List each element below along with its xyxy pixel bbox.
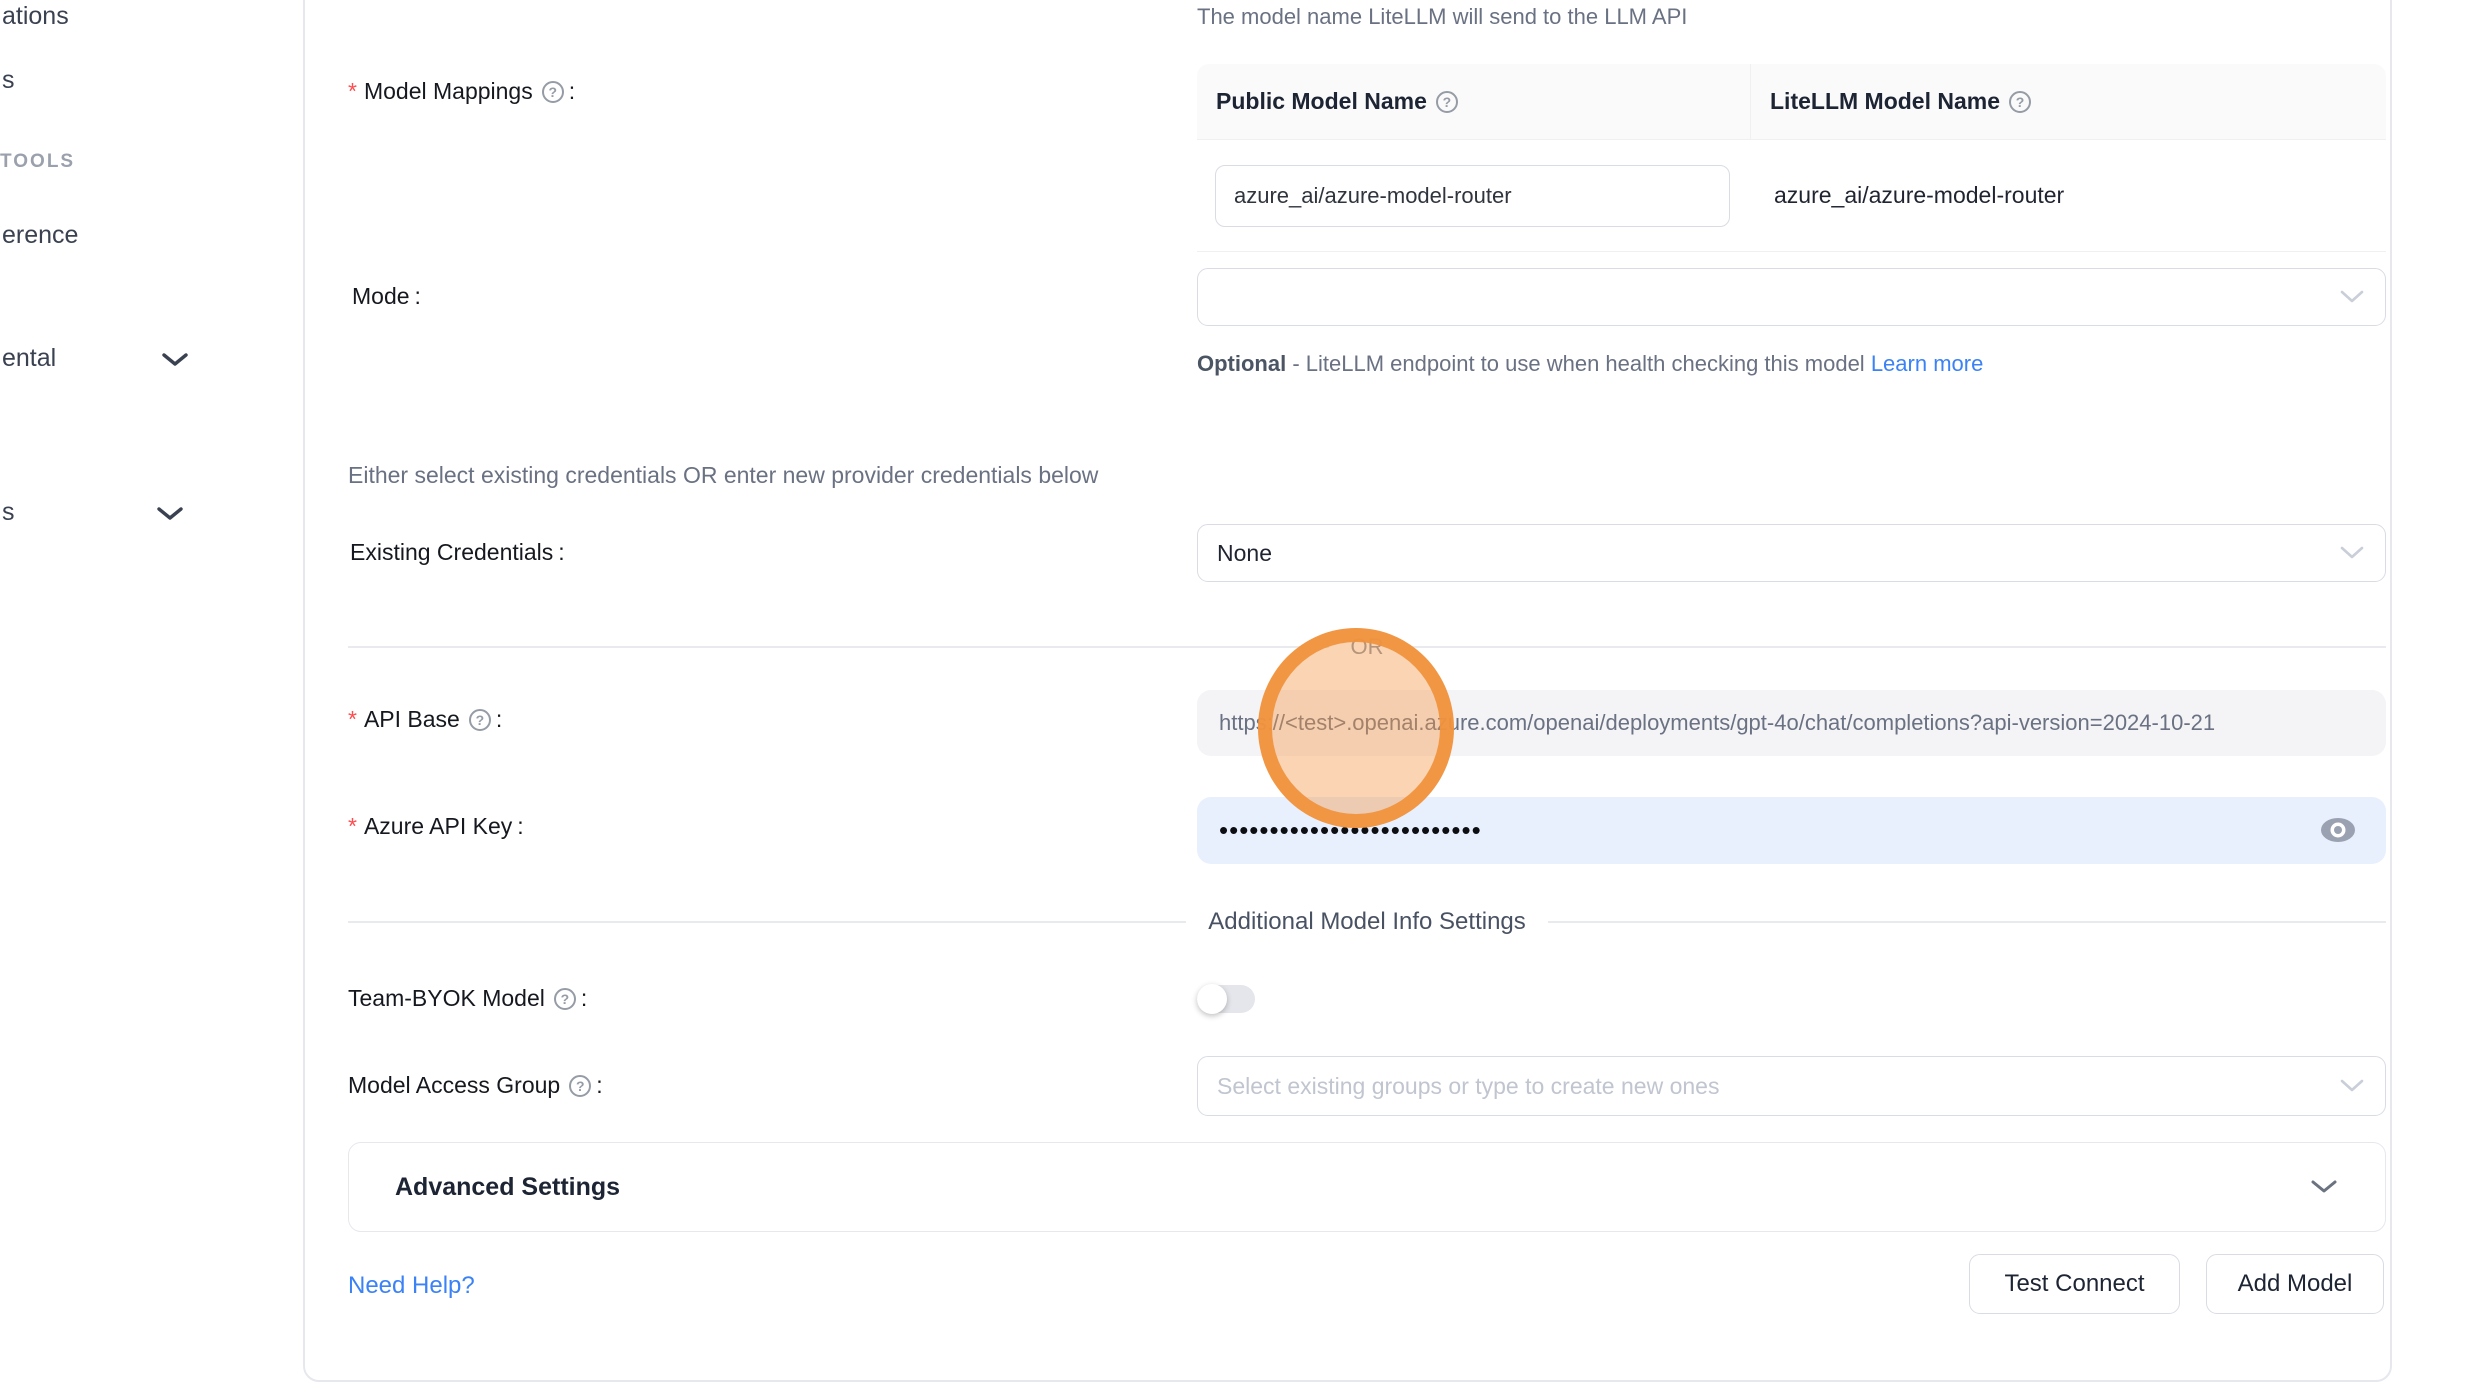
mode-label: Mode: (352, 283, 421, 310)
table-row: azure_ai/azure-model-router (1197, 140, 2386, 252)
model-mappings-table: Public Model Name ? LiteLLM Model Name ?… (1197, 64, 2386, 252)
sidebar-section-label: TOOLS (0, 151, 75, 173)
chevron-down-icon (2339, 545, 2365, 561)
sidebar-item-label: s (2, 498, 15, 527)
help-icon[interactable]: ? (1436, 91, 1458, 113)
required-mark: * (348, 78, 357, 105)
mode-help-text: Optional - LiteLLM endpoint to use when … (1197, 344, 2302, 384)
table-header-public-model-name: Public Model Name ? (1197, 64, 1751, 139)
api-base-label: * API Base ? : (348, 706, 502, 733)
help-icon[interactable]: ? (569, 1075, 591, 1097)
divider-line (1406, 646, 2387, 648)
model-name-helper-text: The model name LiteLLM will send to the … (1197, 4, 1687, 30)
existing-credentials-label: Existing Credentials: (350, 539, 565, 566)
sidebar-item[interactable]: ations (2, 2, 69, 31)
divider-line (1548, 921, 2386, 923)
api-base-input[interactable] (1197, 690, 2386, 756)
sidebar-item[interactable]: ental (2, 344, 56, 373)
azure-api-key-label: * Azure API Key : (348, 813, 524, 840)
litellm-model-name-value: azure_ai/azure-model-router (1751, 182, 2386, 209)
mode-select[interactable] (1197, 268, 2386, 326)
help-icon[interactable]: ? (542, 81, 564, 103)
credentials-note: Either select existing credentials OR en… (348, 462, 1098, 489)
test-connect-button[interactable]: Test Connect (1969, 1254, 2180, 1314)
existing-credentials-select[interactable]: None (1197, 524, 2386, 582)
chevron-down-icon (2339, 1078, 2365, 1094)
sidebar-item-label: ental (2, 344, 56, 373)
or-divider: OR (348, 634, 2386, 660)
divider-line (348, 921, 1186, 923)
eye-icon[interactable] (2318, 812, 2358, 848)
team-byok-toggle[interactable] (1197, 985, 1255, 1013)
optional-bold: Optional (1197, 351, 1286, 376)
chevron-down-icon (2309, 1178, 2339, 1196)
public-model-name-input[interactable] (1215, 165, 1730, 227)
divider-line (348, 646, 1329, 648)
model-mappings-label: * Model Mappings ? : (348, 78, 575, 105)
help-icon[interactable]: ? (469, 709, 491, 731)
or-divider-text: OR (1351, 634, 1384, 660)
add-model-page: ations s TOOLS erence ental s The model … (0, 0, 2477, 1385)
chevron-down-icon[interactable] (160, 351, 190, 369)
additional-info-divider-text: Additional Model Info Settings (1208, 908, 1526, 936)
additional-info-divider: Additional Model Info Settings (348, 908, 2386, 936)
learn-more-link[interactable]: Learn more (1871, 351, 1984, 376)
chevron-down-icon[interactable] (155, 505, 185, 523)
team-byok-label: Team-BYOK Model ? : (348, 985, 587, 1012)
add-model-button[interactable]: Add Model (2206, 1254, 2384, 1314)
required-mark: * (348, 706, 357, 733)
help-icon[interactable]: ? (554, 988, 576, 1010)
need-help-link[interactable]: Need Help? (348, 1272, 475, 1300)
sidebar-item[interactable]: s (2, 66, 15, 95)
advanced-settings-label: Advanced Settings (395, 1173, 2309, 1202)
sidebar-item[interactable]: s (2, 498, 15, 527)
model-access-group-label: Model Access Group ? : (348, 1072, 603, 1099)
table-header-litellm-model-name: LiteLLM Model Name ? (1751, 64, 2386, 139)
help-icon[interactable]: ? (2009, 91, 2031, 113)
existing-credentials-value: None (1217, 540, 1272, 567)
sidebar-item-label: erence (2, 221, 78, 250)
sidebar-item-label: s (2, 66, 15, 95)
model-access-group-select[interactable]: Select existing groups or type to create… (1197, 1056, 2386, 1116)
advanced-settings-panel[interactable]: Advanced Settings (348, 1142, 2386, 1232)
azure-api-key-input[interactable] (1197, 797, 2386, 864)
chevron-down-icon (2339, 289, 2365, 305)
sidebar-item-label: ations (2, 2, 69, 31)
table-header-row: Public Model Name ? LiteLLM Model Name ? (1197, 64, 2386, 140)
sidebar-item[interactable]: erence (2, 221, 78, 250)
toggle-knob (1197, 984, 1227, 1014)
required-mark: * (348, 813, 357, 840)
model-access-group-placeholder: Select existing groups or type to create… (1217, 1073, 1719, 1100)
